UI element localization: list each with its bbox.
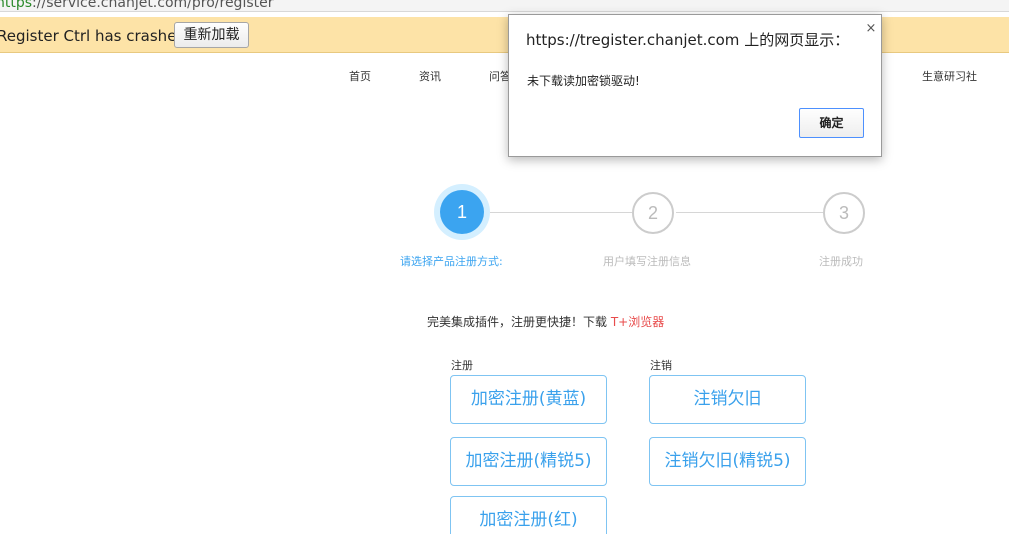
url-scheme: https — [0, 0, 33, 11]
plugin-promo: 完美集成插件，注册更快捷！下载 T+浏览器 — [427, 313, 664, 330]
step-1-indicator: 1 — [440, 190, 484, 234]
address-bar[interactable]: https://service.chanjet.com/pro/register — [0, 0, 1009, 12]
nav-item-home[interactable]: 首页 — [349, 68, 371, 84]
infobar-message: Register Ctrl has crashed. — [0, 27, 191, 45]
step-connector — [490, 212, 632, 213]
step-2-label: 用户填写注册信息 — [603, 255, 691, 268]
cancel-legacy-button[interactable]: 注销欠旧 — [649, 375, 806, 424]
step-1-label: 请选择产品注册方式: — [400, 255, 503, 268]
nav-item-academy[interactable]: 生意研习社 — [922, 68, 977, 84]
nav-item-news[interactable]: 资讯 — [419, 68, 441, 84]
register-red-button[interactable]: 加密注册(红) — [450, 496, 607, 534]
alert-dialog: https://tregister.chanjet.com 上的网页显示： × … — [508, 14, 882, 157]
dialog-title: https://tregister.chanjet.com 上的网页显示： — [526, 31, 850, 49]
register-group-label: 注册 — [451, 359, 473, 372]
step-connector — [676, 212, 823, 213]
promo-text: 完美集成插件，注册更快捷！下载 — [427, 315, 611, 329]
dialog-message: 未下载读加密锁驱动! — [527, 74, 640, 88]
browser-download-link[interactable]: T+浏览器 — [611, 315, 664, 329]
url-path: ://service.chanjet.com/pro/register — [32, 0, 274, 11]
address-url[interactable]: https://service.chanjet.com/pro/register — [0, 0, 274, 11]
step-3-label: 注册成功 — [819, 255, 863, 268]
register-jingrui5-button[interactable]: 加密注册(精锐5) — [450, 437, 607, 486]
close-icon[interactable]: × — [865, 22, 877, 35]
register-yellow-blue-button[interactable]: 加密注册(黄蓝) — [450, 375, 607, 424]
cancel-group-label: 注销 — [650, 359, 672, 372]
ok-button[interactable]: 确定 — [799, 108, 864, 138]
step-2-indicator: 2 — [632, 192, 674, 234]
reload-button[interactable]: 重新加载 — [174, 22, 249, 48]
step-3-indicator: 3 — [823, 192, 865, 234]
browser-viewport: https://service.chanjet.com/pro/register… — [0, 0, 1009, 534]
cancel-legacy-jingrui5-button[interactable]: 注销欠旧(精锐5) — [649, 437, 806, 486]
